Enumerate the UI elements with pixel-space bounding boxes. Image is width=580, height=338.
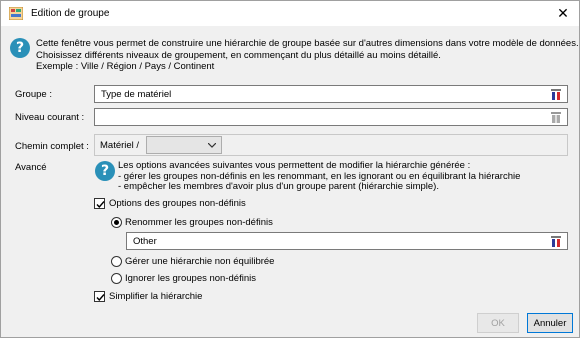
rename-label: Renommer les groupes non-définis — [125, 217, 273, 228]
group-edit-icon — [9, 7, 23, 20]
dialog-window: Edition de groupe ✕ ? Cette fenêtre vous… — [0, 0, 580, 338]
chevron-down-icon — [208, 143, 216, 148]
check-icon — [96, 201, 105, 209]
groupe-value: Type de matériel — [101, 89, 172, 100]
title-bar: Edition de groupe ✕ — [1, 1, 579, 26]
chemin-complet: Matériel / — [94, 134, 568, 156]
ignore-label: Ignorer les groupes non-définis — [125, 273, 256, 284]
rename-value: Other — [133, 236, 157, 247]
close-icon: ✕ — [557, 5, 569, 21]
niveau-field[interactable] — [94, 108, 568, 126]
ignore-radio[interactable] — [111, 273, 122, 284]
ok-button[interactable]: OK — [477, 313, 519, 333]
unbalanced-label: Gérer une hiérarchie non équilibrée — [125, 256, 275, 267]
advanced-description: Les options avancées suivantes vous perm… — [118, 160, 520, 193]
unbalanced-radio[interactable] — [111, 256, 122, 267]
advanced-line: Les options avancées suivantes vous perm… — [118, 160, 471, 171]
question-icon: ? — [95, 161, 115, 181]
check-icon — [96, 294, 105, 302]
advanced-line: - empêcher les membres d'avoir plus d'un… — [118, 181, 439, 192]
close-button[interactable]: ✕ — [547, 1, 579, 26]
options-label: Options des groupes non-définis — [109, 198, 246, 209]
niveau-label: Niveau courant : — [15, 112, 85, 123]
groupe-field[interactable]: Type de matériel — [94, 85, 568, 103]
translate-flag-icon[interactable] — [551, 236, 561, 247]
chemin-label: Chemin complet : — [15, 141, 89, 152]
description-line: Choisissez différents niveaux de groupem… — [36, 49, 441, 61]
chemin-value: Matériel / — [100, 140, 140, 151]
window-title: Edition de groupe — [31, 8, 110, 19]
question-icon: ? — [10, 38, 30, 58]
radio-selected-dot — [114, 220, 119, 225]
description-line: Cette fenêtre vous permet de construire … — [36, 38, 579, 49]
description-line: Exemple : Ville / Région / Pays / Contin… — [36, 61, 215, 72]
rename-radio[interactable] — [111, 217, 122, 228]
cancel-button[interactable]: Annuler — [527, 313, 573, 333]
simplify-label: Simplifier la hiérarchie — [109, 291, 203, 302]
simplify-checkbox[interactable] — [94, 291, 105, 302]
groupe-label: Groupe : — [15, 89, 52, 100]
translate-flag-icon[interactable] — [551, 89, 561, 100]
level-select[interactable] — [146, 136, 222, 154]
description: Cette fenêtre vous permet de construire … — [36, 38, 579, 73]
avance-label: Avancé — [15, 162, 47, 173]
options-checkbox[interactable] — [94, 198, 105, 209]
translate-flag-disabled-icon — [551, 112, 561, 123]
rename-field[interactable]: Other — [126, 232, 568, 250]
